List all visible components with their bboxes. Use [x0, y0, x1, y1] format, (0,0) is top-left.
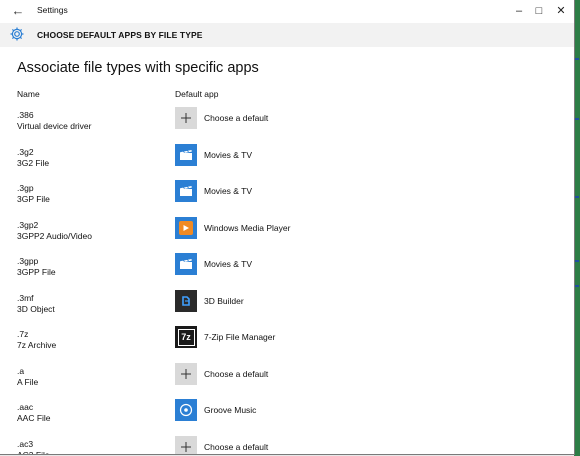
file-extension: .aac [17, 402, 34, 412]
file-type-row: .ac3 AC3 File Choose a default [0, 435, 574, 455]
default-app-name: 3D Builder [204, 295, 244, 306]
file-type-row: .386 Virtual device driver Choose a defaul… [0, 107, 574, 146]
default-app-button[interactable]: Movies & TV [175, 180, 295, 204]
file-extension: .3g2 [17, 146, 34, 157]
file-extension: .a [17, 365, 25, 376]
file-type-description: 3GPP File [17, 267, 56, 277]
back-arrow-icon[interactable]: ← [8, 3, 28, 19]
default-app-name: Groove Music [204, 405, 257, 415]
file-type-row: .a A File Choose a default [0, 362, 574, 402]
section-heading: Associate file types with specific apps [17, 60, 259, 76]
default-app-name: Movies & TV [204, 186, 253, 196]
default-app-button[interactable]: 7z 7-Zip File Manager [175, 326, 295, 350]
file-type-description: 3GPP2 Audio/Video [17, 230, 92, 241]
default-app-name: Choose a default [204, 368, 269, 379]
default-app-button[interactable]: Windows Media Player [175, 216, 295, 241]
default-app-name: Movies & TV [204, 149, 253, 160]
default-app-button[interactable]: Choose a default [175, 362, 295, 387]
file-extension: .3gpp [17, 256, 39, 266]
file-type-description: 3D Object [17, 303, 55, 314]
file-type-description: 7z Archive [17, 340, 57, 350]
file-extension: .3gp2 [17, 219, 39, 230]
page-header: CHOOSE DEFAULT APPS BY FILE TYPE [0, 23, 574, 47]
file-type-row: .3mf 3D Object 3D Builder [0, 289, 574, 329]
minimize-button[interactable]: – [508, 3, 530, 19]
file-type-row: .aac AAC File Groove Music [0, 399, 574, 438]
file-extension: .386 [17, 110, 34, 120]
file-type-description: 3G2 File [17, 157, 50, 168]
default-app-button[interactable]: 3D Builder [175, 289, 295, 314]
file-type-description: AAC File [17, 413, 51, 423]
default-app-button[interactable]: Movies & TV [175, 143, 295, 168]
window-title: Settings [37, 5, 68, 15]
default-app-name: 7-Zip File Manager [204, 332, 276, 342]
file-type-row: .7z 7z Archive 7z 7-Zip File Manager [0, 326, 574, 365]
maximize-button[interactable]: □ [528, 3, 550, 19]
gear-icon [10, 27, 24, 41]
file-type-description: AC3 File [17, 449, 50, 455]
file-type-description: 3GP File [17, 194, 50, 204]
file-extension: .3mf [17, 292, 34, 303]
default-app-button[interactable]: Movies & TV [175, 253, 295, 277]
default-app-name: Windows Media Player [204, 222, 291, 233]
file-type-description: A File [17, 376, 39, 387]
file-type-row: .3gp2 3GPP2 Audio/Video Windows Media Play… [0, 216, 574, 256]
name-column-header: Name [17, 89, 40, 99]
title-bar: ← Settings – □ ✕ [0, 0, 574, 23]
default-app-name: Choose a default [204, 113, 269, 123]
file-type-description: Virtual device driver [17, 121, 92, 131]
settings-window: ← Settings – □ ✕ CHOOSE DEFAULT APPS BY … [0, 0, 575, 455]
close-button[interactable]: ✕ [550, 3, 572, 19]
file-extension: .ac3 [17, 438, 34, 449]
default-app-button[interactable]: Groove Music [175, 399, 295, 423]
default-app-button[interactable]: Choose a default [175, 107, 295, 131]
file-type-row: .3gpp 3GPP File Movies & TV [0, 253, 574, 292]
page-title: CHOOSE DEFAULT APPS BY FILE TYPE [37, 30, 203, 40]
default-app-button[interactable]: Choose a default [175, 435, 295, 454]
file-type-row: .3gp 3GP File Movies & TV [0, 180, 574, 219]
file-extension: .7z [17, 329, 29, 339]
default-app-name: Choose a default [204, 441, 269, 452]
default-app-column-header: Default app [175, 89, 219, 99]
default-app-name: Movies & TV [204, 259, 253, 269]
file-type-row: .3g2 3G2 File Movies & TV [0, 143, 574, 183]
file-extension: .3gp [17, 183, 34, 193]
